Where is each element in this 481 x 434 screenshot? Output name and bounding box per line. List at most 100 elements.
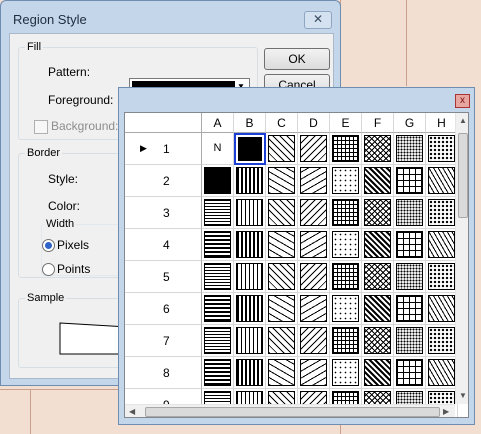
pattern-cell-c3[interactable] bbox=[266, 197, 298, 229]
pattern-cell-f4[interactable] bbox=[362, 229, 394, 261]
current-row-indicator-icon: ▶ bbox=[140, 143, 147, 153]
background-checkbox[interactable] bbox=[34, 120, 48, 134]
pattern-cell-e5[interactable] bbox=[330, 261, 362, 293]
pattern-swatch bbox=[396, 167, 423, 194]
pattern-cell-b8[interactable] bbox=[234, 357, 266, 389]
pattern-cell-g3[interactable] bbox=[394, 197, 426, 229]
pattern-cell-h1[interactable] bbox=[426, 133, 458, 165]
close-icon[interactable]: x bbox=[455, 94, 470, 108]
pattern-cell-d1[interactable] bbox=[298, 133, 330, 165]
pattern-cell-h8[interactable] bbox=[426, 357, 458, 389]
scroll-down-arrow[interactable]: ▼ bbox=[459, 391, 467, 400]
pattern-cell-h7[interactable] bbox=[426, 325, 458, 357]
pattern-swatch bbox=[428, 263, 455, 290]
row-header-1[interactable]: ▶ 1 bbox=[125, 133, 202, 165]
pattern-cell-g2[interactable] bbox=[394, 165, 426, 197]
pattern-cell-g5[interactable] bbox=[394, 261, 426, 293]
pattern-cell-e2[interactable] bbox=[330, 165, 362, 197]
pattern-cell-f1[interactable] bbox=[362, 133, 394, 165]
row-header-7[interactable]: 7 bbox=[125, 325, 202, 357]
pattern-cell-g6[interactable] bbox=[394, 293, 426, 325]
pattern-cell-e4[interactable] bbox=[330, 229, 362, 261]
column-header-a: A bbox=[202, 113, 234, 133]
row-header-2[interactable]: 2 bbox=[125, 165, 202, 197]
pattern-cell-d8[interactable] bbox=[298, 357, 330, 389]
pattern-cell-b6[interactable] bbox=[234, 293, 266, 325]
pattern-swatch bbox=[300, 295, 327, 322]
scroll-up-arrow[interactable]: ▲ bbox=[459, 116, 467, 125]
pattern-cell-f7[interactable] bbox=[362, 325, 394, 357]
pattern-cell-c5[interactable] bbox=[266, 261, 298, 293]
vertical-scrollbar[interactable]: ▲ ▼ bbox=[455, 113, 468, 404]
row-header-6[interactable]: 6 bbox=[125, 293, 202, 325]
pattern-cell-b1[interactable] bbox=[234, 133, 266, 165]
pattern-cell-a8[interactable] bbox=[202, 357, 234, 389]
pattern-cell-a7[interactable] bbox=[202, 325, 234, 357]
pattern-cell-h6[interactable] bbox=[426, 293, 458, 325]
pixels-radio[interactable] bbox=[42, 239, 55, 252]
scroll-left-arrow[interactable]: ◀ bbox=[129, 407, 135, 416]
pattern-swatch bbox=[364, 167, 391, 194]
pattern-cell-e8[interactable] bbox=[330, 357, 362, 389]
pattern-cell-a3[interactable] bbox=[202, 197, 234, 229]
pattern-cell-c8[interactable] bbox=[266, 357, 298, 389]
row-header-4[interactable]: 4 bbox=[125, 229, 202, 261]
pattern-cell-b5[interactable] bbox=[234, 261, 266, 293]
pattern-cell-f6[interactable] bbox=[362, 293, 394, 325]
pattern-swatch bbox=[268, 263, 295, 290]
row-header-8[interactable]: 8 bbox=[125, 357, 202, 389]
pattern-cell-a4[interactable] bbox=[202, 229, 234, 261]
pattern-cell-b2[interactable] bbox=[234, 165, 266, 197]
pattern-cell-b4[interactable] bbox=[234, 229, 266, 261]
horizontal-scroll-thumb[interactable] bbox=[145, 407, 440, 417]
pattern-swatch bbox=[396, 135, 423, 162]
row-header-3[interactable]: 3 bbox=[125, 197, 202, 229]
pattern-cell-g4[interactable] bbox=[394, 229, 426, 261]
scroll-right-arrow[interactable]: ▶ bbox=[443, 407, 449, 416]
vertical-scroll-thumb[interactable] bbox=[458, 133, 468, 218]
close-button[interactable]: ✕ bbox=[304, 11, 332, 29]
pattern-cell-f8[interactable] bbox=[362, 357, 394, 389]
row-header-5[interactable]: 5 bbox=[125, 261, 202, 293]
pattern-cell-a5[interactable] bbox=[202, 261, 234, 293]
pattern-cell-a1[interactable]: N bbox=[202, 133, 234, 165]
pattern-cell-c1[interactable] bbox=[266, 133, 298, 165]
pattern-cell-f2[interactable] bbox=[362, 165, 394, 197]
pattern-cell-d5[interactable] bbox=[298, 261, 330, 293]
pattern-cell-g1[interactable] bbox=[394, 133, 426, 165]
pattern-cell-h3[interactable] bbox=[426, 197, 458, 229]
pattern-cell-h5[interactable] bbox=[426, 261, 458, 293]
pattern-cell-d7[interactable] bbox=[298, 325, 330, 357]
pattern-cell-d2[interactable] bbox=[298, 165, 330, 197]
pattern-cell-e6[interactable] bbox=[330, 293, 362, 325]
pattern-cell-b7[interactable] bbox=[234, 325, 266, 357]
pattern-cell-e1[interactable] bbox=[330, 133, 362, 165]
pattern-cell-c7[interactable] bbox=[266, 325, 298, 357]
pattern-cell-e3[interactable] bbox=[330, 197, 362, 229]
pattern-cell-a2[interactable] bbox=[202, 165, 234, 197]
pattern-cell-h4[interactable] bbox=[426, 229, 458, 261]
pattern-cell-h2[interactable] bbox=[426, 165, 458, 197]
points-radio[interactable] bbox=[42, 263, 55, 276]
pattern-cell-g8[interactable] bbox=[394, 357, 426, 389]
pattern-cell-d4[interactable] bbox=[298, 229, 330, 261]
pattern-cell-c2[interactable] bbox=[266, 165, 298, 197]
pattern-cell-d6[interactable] bbox=[298, 293, 330, 325]
pattern-cell-a6[interactable] bbox=[202, 293, 234, 325]
pattern-swatch bbox=[300, 231, 327, 258]
sample-group-label: Sample bbox=[25, 292, 67, 304]
ok-button[interactable]: OK bbox=[264, 48, 330, 70]
pattern-swatch bbox=[236, 359, 263, 386]
pattern-cell-d3[interactable] bbox=[298, 197, 330, 229]
pattern-cell-g7[interactable] bbox=[394, 325, 426, 357]
pattern-cell-b3[interactable] bbox=[234, 197, 266, 229]
horizontal-scrollbar[interactable]: ◀ ▶ bbox=[125, 404, 455, 417]
pattern-cell-f5[interactable] bbox=[362, 261, 394, 293]
pattern-cell-e7[interactable] bbox=[330, 325, 362, 357]
column-header-c: C bbox=[266, 113, 298, 133]
pattern-cell-c4[interactable] bbox=[266, 229, 298, 261]
pattern-swatch bbox=[268, 359, 295, 386]
pattern-cell-c6[interactable] bbox=[266, 293, 298, 325]
pattern-swatch bbox=[332, 231, 359, 258]
pattern-cell-f3[interactable] bbox=[362, 197, 394, 229]
